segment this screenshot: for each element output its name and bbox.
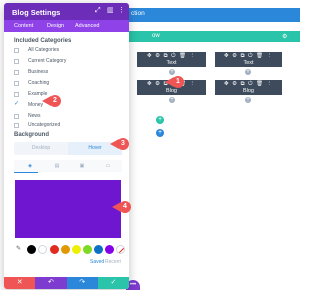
callout-number: 4 <box>119 201 131 213</box>
image-icon[interactable]: ▣ <box>78 163 86 169</box>
tab-advanced[interactable]: Advanced <box>75 22 99 30</box>
category-label: News <box>28 113 41 119</box>
add-row-icon[interactable]: + <box>156 116 164 124</box>
checkbox[interactable] <box>14 70 19 75</box>
included-categories-title: Included Categories <box>14 38 72 44</box>
saved-colors-link[interactable]: Saved <box>90 259 104 265</box>
callout-number: 1 <box>172 76 184 88</box>
panel-header[interactable]: Blog Settings ⤢ ▥ ⋮ <box>4 3 129 20</box>
callout-number: 3 <box>117 138 129 150</box>
palette-swatch[interactable] <box>50 245 59 254</box>
palette-swatch[interactable] <box>94 245 103 254</box>
add-module-icon[interactable]: + <box>245 69 251 75</box>
callout-number: 2 <box>49 95 61 107</box>
module-toolbar[interactable]: ✥ ⚙ ⧉ ⏻ 🗑 ⋮ <box>137 53 206 59</box>
checkbox[interactable] <box>14 48 19 53</box>
category-label: Current Category <box>28 58 67 64</box>
module-toolbar[interactable]: ✥ ⚙ ⧉ ⏻ 🗑 ⋮ <box>215 53 282 59</box>
palette-swatch[interactable] <box>38 245 47 254</box>
category-checkbox[interactable]: All Categories <box>14 47 114 55</box>
color-palette: ✎ <box>16 244 125 254</box>
undo-button[interactable]: ↶ <box>35 277 67 289</box>
palette-swatch[interactable] <box>27 245 36 254</box>
category-label: Money <box>28 102 44 108</box>
gradient-icon[interactable]: ▤ <box>53 163 61 169</box>
section-header-bar[interactable] <box>128 8 300 22</box>
callout-marker: 4 <box>112 201 134 213</box>
checkbox[interactable] <box>14 81 19 86</box>
callout-marker: 2 <box>42 95 64 107</box>
module-text-2[interactable]: ✥ ⚙ ⧉ ⏻ 🗑 ⋮ Text <box>215 52 282 67</box>
module-label: Blog <box>242 88 254 94</box>
category-checkbox[interactable]: Example <box>14 91 114 99</box>
selected-color-preview[interactable] <box>15 180 121 238</box>
module-label: Text <box>166 60 177 66</box>
category-label: Business <box>28 69 49 75</box>
palette-swatch[interactable] <box>83 245 92 254</box>
clear-color-icon[interactable] <box>116 245 125 254</box>
panel-tabs: Content Design Advanced <box>4 20 129 49</box>
background-type-tabs: ◈ ▤ ▣ ▭ <box>14 160 122 172</box>
fill-tab-indicator <box>14 172 38 173</box>
checkbox[interactable] <box>14 92 19 97</box>
checkbox[interactable] <box>14 59 19 64</box>
video-icon[interactable]: ▭ <box>104 163 112 169</box>
background-mode-switch: Desktop Hover <box>14 142 122 155</box>
module-toolbar[interactable]: ✥ ⚙ ⧉ ⏻ 🗑 ⋮ <box>215 81 282 87</box>
columns-icon[interactable]: ▥ <box>107 7 114 15</box>
category-checkbox-checked[interactable]: ✓ Money <box>14 101 114 110</box>
panel-title: Blog Settings <box>12 8 61 17</box>
tab-design[interactable]: Design <box>47 22 64 30</box>
more-icon[interactable]: ⋮ <box>118 7 125 15</box>
background-title: Background <box>14 132 50 138</box>
category-checkbox[interactable]: News <box>14 113 114 121</box>
module-blog-2[interactable]: ✥ ⚙ ⧉ ⏻ 🗑 ⋮ Blog <box>215 80 282 95</box>
category-label: All Categories <box>28 47 60 53</box>
category-checkbox[interactable]: Uncategorized <box>14 122 114 130</box>
add-module-icon[interactable]: + <box>245 97 251 103</box>
tab-content[interactable]: Content <box>14 22 33 30</box>
category-checkbox[interactable]: Business <box>14 69 114 77</box>
row-header-label: ow <box>152 33 160 39</box>
category-label: Coaching <box>28 80 50 86</box>
add-module-icon[interactable]: + <box>169 97 175 103</box>
section-header-label: ction <box>131 10 145 17</box>
panel-footer: ✕ ↶ ↷ ✓ <box>4 277 129 289</box>
checkbox[interactable] <box>14 123 19 128</box>
module-label: Blog <box>165 88 177 94</box>
module-label: Text <box>243 60 254 66</box>
recent-colors-link[interactable]: Recent <box>105 259 121 265</box>
add-module-icon[interactable]: + <box>169 69 175 75</box>
add-section-icon[interactable]: + <box>156 129 164 137</box>
checkmark-icon[interactable]: ✓ <box>14 101 19 108</box>
checkbox[interactable] <box>14 114 19 119</box>
category-label: Uncategorized <box>28 122 61 128</box>
expand-icon[interactable]: ⤢ <box>95 7 101 15</box>
color-fill-icon[interactable]: ◈ <box>26 163 34 169</box>
row-settings-icon[interactable]: ⚙ <box>282 33 287 40</box>
palette-swatch[interactable] <box>72 245 81 254</box>
category-checkbox[interactable]: Coaching <box>14 80 114 88</box>
category-checkbox[interactable]: Current Category <box>14 58 114 66</box>
eyedropper-icon[interactable]: ✎ <box>16 246 21 252</box>
save-button[interactable]: ✓ <box>97 277 129 289</box>
mode-desktop-button[interactable]: Desktop <box>14 142 68 155</box>
callout-marker: 1 <box>165 76 187 88</box>
palette-swatch[interactable] <box>105 245 114 254</box>
close-button[interactable]: ✕ <box>4 277 36 289</box>
module-text-1[interactable]: ✥ ⚙ ⧉ ⏻ 🗑 ⋮ Text <box>137 52 206 67</box>
callout-marker: 3 <box>110 138 132 150</box>
redo-button[interactable]: ↷ <box>66 277 98 289</box>
palette-swatch[interactable] <box>61 245 70 254</box>
